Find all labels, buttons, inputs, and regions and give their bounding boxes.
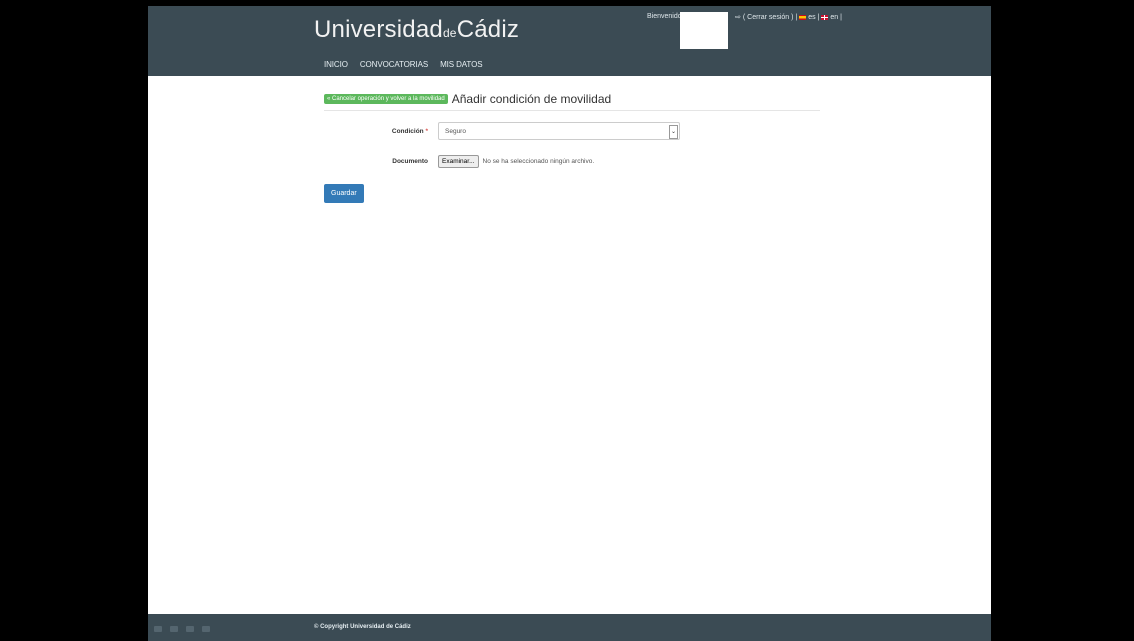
file-browse-button[interactable]: Examinar... bbox=[438, 155, 479, 168]
condicion-select[interactable]: Seguro ⌄ bbox=[438, 122, 680, 140]
user-name-box bbox=[680, 12, 728, 49]
nav-inicio[interactable]: INICIO bbox=[324, 60, 348, 69]
save-button[interactable]: Guardar bbox=[324, 184, 364, 203]
main-content: « Cancelar operación y volver a la movil… bbox=[324, 92, 820, 203]
university-logo[interactable]: UniversidaddeCádiz bbox=[314, 16, 519, 44]
site-footer: © Copyright Universidad de Cádiz bbox=[148, 614, 991, 641]
pencil-icon[interactable] bbox=[170, 626, 178, 632]
spain-flag-icon bbox=[799, 14, 807, 20]
nav-mis-datos[interactable]: MIS DATOS bbox=[440, 60, 482, 69]
main-nav: INICIO CONVOCATORIAS MIS DATOS bbox=[324, 60, 483, 69]
nav-convocatorias[interactable]: CONVOCATORIAS bbox=[360, 60, 428, 69]
welcome-text: Bienvenido bbox=[647, 13, 682, 20]
copyright-text: © Copyright Universidad de Cádiz bbox=[314, 624, 411, 630]
title-row: « Cancelar operación y volver a la movil… bbox=[324, 92, 820, 111]
page-title: Añadir condición de movilidad bbox=[451, 92, 612, 106]
logo-main-text: Universidad bbox=[314, 16, 443, 43]
logout-icon: ⇨ bbox=[735, 14, 741, 21]
session-links: ⇨ ( Cerrar sesión ) | es | en | bbox=[735, 13, 842, 22]
comment-icon[interactable] bbox=[186, 626, 194, 632]
condicion-label: Condición * bbox=[324, 128, 438, 135]
footer-tools bbox=[154, 626, 210, 632]
logo-end-text: Cádiz bbox=[456, 16, 520, 43]
app-page: UniversidaddeCádiz INICIO CONVOCATORIAS … bbox=[148, 6, 991, 641]
cancel-button[interactable]: « Cancelar operación y volver a la movil… bbox=[324, 94, 448, 104]
uk-flag-icon bbox=[821, 14, 829, 20]
chevron-down-icon[interactable]: ⌄ bbox=[669, 125, 678, 139]
logout-link[interactable]: ( Cerrar sesión ) | bbox=[743, 14, 797, 21]
logo-de-text: de bbox=[442, 26, 457, 40]
tool-icon[interactable] bbox=[154, 626, 162, 632]
site-header: UniversidaddeCádiz INICIO CONVOCATORIAS … bbox=[148, 6, 991, 76]
documento-label: Documento bbox=[392, 158, 428, 165]
condicion-selected-value: Seguro bbox=[445, 127, 466, 135]
documento-row: Documento Examinar... No se ha seleccion… bbox=[324, 155, 594, 168]
file-status-text: No se ha seleccionado ningún archivo. bbox=[482, 158, 595, 165]
condicion-row: Condición * Seguro ⌄ bbox=[324, 122, 680, 140]
lang-es-link[interactable]: es | bbox=[808, 14, 819, 21]
lang-en-link[interactable]: en | bbox=[830, 14, 842, 21]
required-mark: * bbox=[425, 127, 428, 135]
share-icon[interactable] bbox=[202, 626, 210, 632]
condicion-label-text: Condición bbox=[391, 127, 424, 135]
